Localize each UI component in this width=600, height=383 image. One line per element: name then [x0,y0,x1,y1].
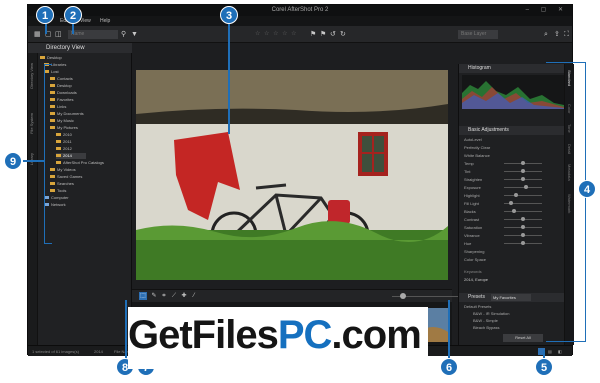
slider-knob[interactable] [521,233,525,237]
window-controls[interactable]: – ▢ ✕ [526,5,568,16]
pointer-3 [228,24,230,134]
tree-item[interactable]: Desktop [40,55,62,61]
window-title: Corel AfterShot Pro 2 [271,7,329,13]
tree-item[interactable]: Downloads [50,90,77,96]
folder-icon [56,147,61,151]
export-icon[interactable]: ⇪ [554,26,560,43]
heal-tool-icon[interactable]: ✚ [180,292,188,300]
folder-icon [40,56,45,60]
folder-icon [56,154,61,158]
bracket-left-panel [44,64,52,244]
tree-item[interactable]: Searches [50,181,74,187]
slider-knob[interactable] [512,209,516,213]
tree-item[interactable]: Contacts [50,76,73,82]
tree-item-selected[interactable]: 2014 [56,153,86,159]
fit-view-icon[interactable] [432,292,440,300]
search-input[interactable]: Name [68,30,118,39]
rating-stars[interactable]: ☆ ☆ ☆ ☆ ☆ [255,26,298,43]
slider-knob[interactable] [521,217,525,221]
bracket-right-panel [546,62,586,342]
tree-item[interactable]: Favorites [50,97,73,103]
main-toolbar: ▦ ▢ ◫ Name ⚲ ▼ ☆ ☆ ☆ ☆ ☆ ⚑ ⚑ ↺ ↻ Base La… [28,26,572,43]
funnel-icon[interactable]: ▼ [131,26,138,43]
grid-view-icon[interactable]: ▦ [34,26,41,43]
callout-1: 1 [36,6,54,24]
tree-item[interactable]: My Pictures [50,125,78,131]
folder-icon [56,161,61,165]
search-icon[interactable]: ⌕ [544,26,548,43]
watermark: GetFilesPC.com [128,305,458,375]
pointer-2 [72,24,74,34]
slider-knob[interactable] [521,169,525,173]
brush-tool-icon[interactable]: ⁄ [190,292,198,300]
select-tool-icon[interactable]: ⬚ [139,292,147,300]
tree-item[interactable]: AfterShot Pro Catalogs [56,160,104,166]
pen-tool-icon[interactable]: ✎ [150,292,158,300]
pointer-9 [23,160,45,162]
image-viewer[interactable] [136,70,448,280]
crop-tool-icon[interactable]: ⌗ [160,292,168,300]
cottage-bicycle-photo [136,70,448,280]
filter-icon[interactable]: ⚲ [121,26,126,43]
filmstrip-toggle-icon[interactable]: ▤ [548,346,552,357]
callout-2: 2 [64,6,82,24]
tree-item[interactable]: Links [50,104,66,110]
app-window: Corel AfterShot Pro 2 – ▢ ✕ File Edit Vi… [27,4,574,357]
callout-4: 4 [578,180,596,198]
vtab-filesystem[interactable]: File System [29,113,34,134]
callout-3: 3 [220,6,238,24]
directory-view-header[interactable]: Directory View [28,43,132,53]
slider-knob[interactable] [521,161,525,165]
flag-icon[interactable]: ⚑ [310,26,316,43]
menu-bar: File Edit View Help [28,16,572,26]
vtab-directory[interactable]: Directory View [29,63,34,89]
layer-select[interactable]: Base Layer [458,30,498,39]
zoom-slider-knob[interactable] [400,293,406,299]
tree-item[interactable]: 2011 [56,139,72,145]
slider-knob[interactable] [524,185,528,189]
tree-item[interactable]: Tools [50,188,66,194]
rotate-left-icon[interactable]: ↺ [330,26,336,43]
folder-icon [56,133,61,137]
fullscreen-icon[interactable]: ⛶ [564,26,569,43]
pointer-8 [125,300,127,360]
pointer-1 [45,24,47,34]
rotate-right-icon[interactable]: ↻ [340,26,346,43]
status-selection: 1 selected of 61 images(s) [32,349,79,354]
callout-9: 9 [4,152,22,170]
viewer-toolbar: ⬚ ✎ ⌗ ⟋ ✚ ⁄ 33% [132,289,505,302]
tree-item[interactable]: My Music [50,118,74,124]
status-folder: 2014 [94,349,103,354]
folder-icon [56,140,61,144]
tree-item[interactable]: Desktop [50,83,72,89]
reset-all-button[interactable]: Reset All [503,334,543,342]
slider-knob[interactable] [514,193,518,197]
flag-reject-icon[interactable]: ⚑ [320,26,326,43]
tree-item[interactable]: My Documents [50,111,84,117]
panel-toggle-icon[interactable]: ◧ [558,346,562,357]
slider-knob[interactable] [521,225,525,229]
tree-item[interactable]: My Videos [50,167,76,173]
slider-knob[interactable] [509,201,513,205]
presets-filter[interactable]: My Favorites [491,294,531,301]
straighten-tool-icon[interactable]: ⟋ [170,292,178,300]
title-bar: Corel AfterShot Pro 2 – ▢ ✕ [28,5,572,16]
tree-item[interactable]: 2012 [56,146,72,152]
menu-help[interactable]: Help [100,16,110,26]
slider-knob[interactable] [521,241,525,245]
watermark-text: GetFilesPC.com [128,313,422,357]
slider-knob[interactable] [521,177,525,181]
left-vertical-tabs: Directory View File System Library [28,53,38,345]
tree-item[interactable]: Saved Games [50,174,82,180]
callout-5: 5 [535,358,553,376]
tree-item[interactable]: 2010 [56,132,72,138]
compare-view-icon[interactable]: ◫ [55,26,62,43]
